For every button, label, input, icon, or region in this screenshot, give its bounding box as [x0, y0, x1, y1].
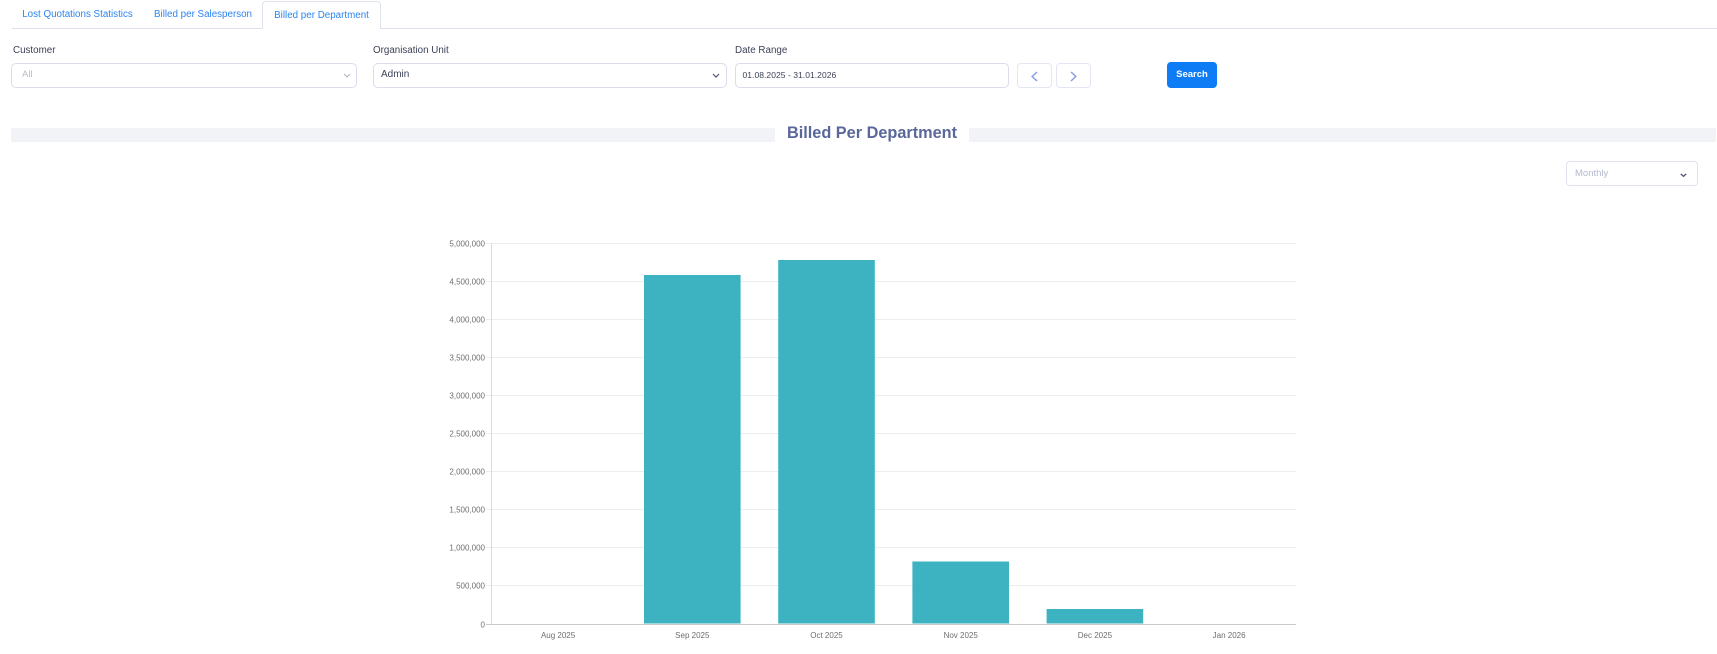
svg-text:Dec 2025: Dec 2025: [1078, 631, 1113, 640]
svg-text:1,500,000: 1,500,000: [449, 505, 485, 514]
svg-text:Nov 2025: Nov 2025: [944, 631, 979, 640]
svg-text:0: 0: [481, 620, 486, 629]
svg-text:3,500,000: 3,500,000: [449, 353, 485, 362]
svg-text:4,500,000: 4,500,000: [449, 277, 485, 286]
svg-text:3,000,000: 3,000,000: [449, 391, 485, 400]
svg-text:2,500,000: 2,500,000: [449, 429, 485, 438]
svg-text:Sep 2025: Sep 2025: [675, 631, 710, 640]
svg-text:4,000,000: 4,000,000: [449, 315, 485, 324]
svg-text:Jan 2026: Jan 2026: [1213, 631, 1246, 640]
svg-text:500,000: 500,000: [456, 581, 485, 590]
svg-text:Aug 2025: Aug 2025: [541, 631, 576, 640]
svg-text:Oct 2025: Oct 2025: [810, 631, 843, 640]
svg-text:2,000,000: 2,000,000: [449, 467, 485, 476]
svg-text:1,000,000: 1,000,000: [449, 543, 485, 552]
svg-text:5,000,000: 5,000,000: [449, 239, 485, 248]
